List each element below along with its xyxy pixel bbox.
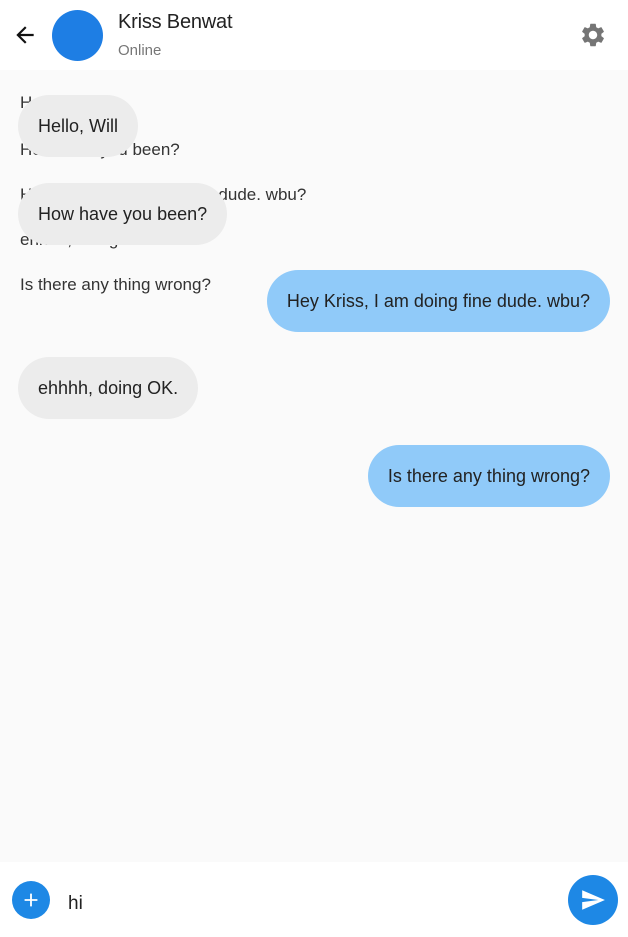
outgoing-message-bubble[interactable]: Is there any thing wrong?: [367, 445, 610, 507]
contact-name: Kriss Benwat: [118, 11, 233, 33]
outgoing-message-bubble[interactable]: Hey Kriss, I am doing fine dude. wbu?: [266, 270, 610, 332]
back-button[interactable]: [10, 20, 40, 50]
contact-status: Online: [118, 42, 162, 59]
send-button[interactable]: [568, 875, 618, 925]
message-input[interactable]: [62, 884, 564, 924]
send-icon: [582, 890, 605, 910]
chat-header: Kriss Benwat Online: [0, 0, 628, 70]
ghost-text-line: Is there any thing wrong?: [20, 275, 211, 294]
avatar[interactable]: [52, 10, 103, 61]
arrow-left-icon: [16, 26, 34, 44]
incoming-message-bubble[interactable]: ehhhh, doing OK.: [18, 357, 199, 419]
add-attachment-button[interactable]: [12, 881, 50, 919]
plus-icon: [24, 893, 38, 907]
incoming-message-bubble[interactable]: Hello, Will: [18, 95, 139, 157]
settings-button[interactable]: [578, 20, 608, 50]
gear-icon: [582, 23, 604, 47]
incoming-message-bubble[interactable]: How have you been?: [18, 183, 228, 245]
message-composer: [0, 862, 628, 937]
